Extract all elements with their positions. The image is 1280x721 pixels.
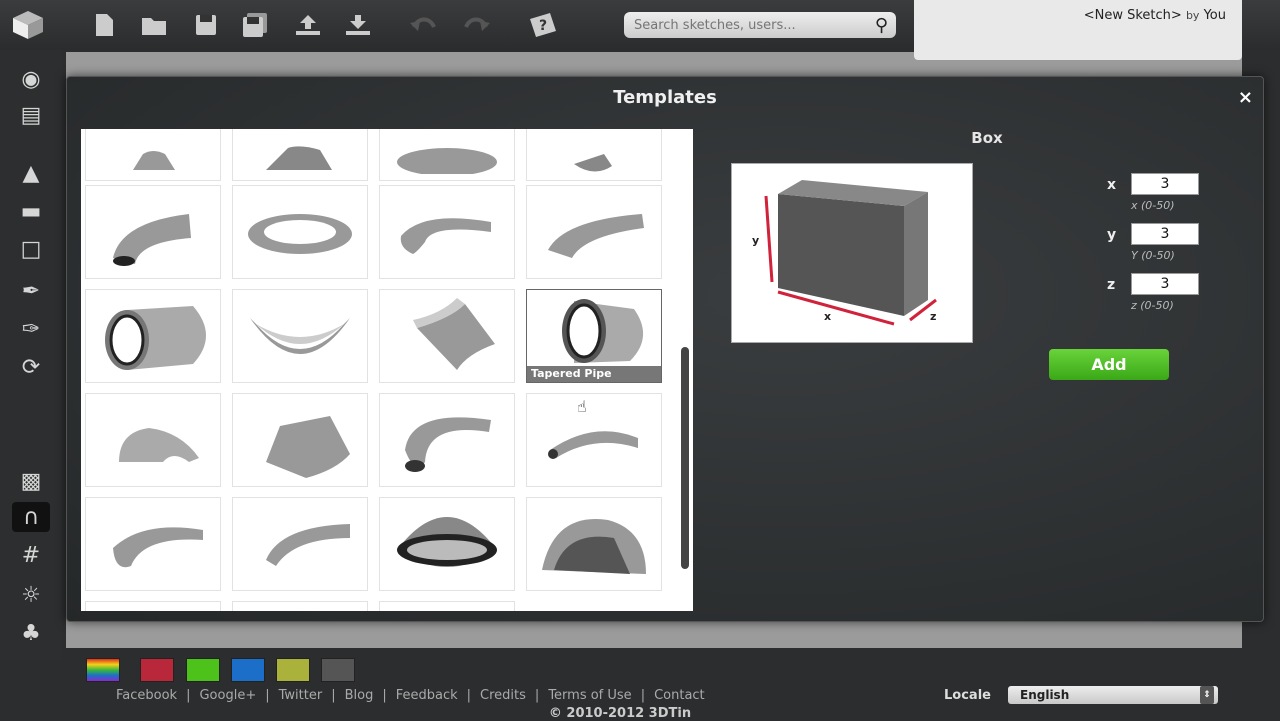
shapes-icon[interactable]: ◉ bbox=[12, 64, 50, 94]
template-tile[interactable] bbox=[379, 393, 515, 487]
undo-icon[interactable] bbox=[406, 8, 442, 42]
template-tile[interactable] bbox=[379, 601, 515, 611]
open-folder-icon[interactable] bbox=[138, 8, 174, 42]
app-logo-cube-icon[interactable] bbox=[10, 8, 46, 42]
template-tile[interactable] bbox=[85, 393, 221, 487]
search-input[interactable] bbox=[632, 16, 875, 34]
template-grid-scrollbar[interactable] bbox=[681, 347, 689, 569]
terms-link[interactable]: Terms of Use bbox=[548, 688, 631, 703]
color-swatch-gray[interactable] bbox=[321, 658, 355, 682]
template-tile[interactable] bbox=[85, 129, 221, 181]
sketch-info-panel: <New Sketch> by You bbox=[914, 0, 1242, 60]
download-icon[interactable] bbox=[340, 8, 376, 42]
close-icon[interactable]: × bbox=[1238, 87, 1253, 108]
select-arrows-icon: ⇕ bbox=[1200, 686, 1214, 704]
rainbow-color-swatch[interactable] bbox=[86, 658, 120, 682]
svg-text:?: ? bbox=[539, 18, 547, 34]
light-icon[interactable]: ☼ bbox=[12, 580, 50, 610]
magnet-icon[interactable]: ∩ bbox=[12, 502, 50, 532]
blog-link[interactable]: Blog bbox=[345, 688, 374, 703]
template-tile[interactable] bbox=[379, 289, 515, 383]
template-tile[interactable] bbox=[85, 289, 221, 383]
y-range: Y (0-50) bbox=[1131, 249, 1175, 262]
template-tile[interactable] bbox=[232, 289, 368, 383]
search-icon[interactable]: ⚲ bbox=[875, 15, 888, 36]
preview-y-label: y bbox=[752, 234, 759, 247]
locale-value: English bbox=[1020, 688, 1070, 702]
upload-icon[interactable] bbox=[290, 8, 326, 42]
template-tile[interactable] bbox=[379, 185, 515, 279]
save-icon[interactable] bbox=[188, 8, 224, 42]
eyedropper-icon[interactable]: ✑ bbox=[12, 314, 50, 344]
locale-select[interactable]: English ⇕ bbox=[1008, 686, 1218, 704]
template-tile[interactable] bbox=[85, 185, 221, 279]
select-region-icon[interactable]: □ bbox=[12, 234, 50, 264]
template-tile[interactable] bbox=[85, 601, 221, 611]
template-tile[interactable] bbox=[232, 185, 368, 279]
x-input[interactable] bbox=[1131, 173, 1199, 195]
y-input[interactable] bbox=[1131, 223, 1199, 245]
z-range: z (0-50) bbox=[1131, 299, 1174, 312]
sketch-title: <New Sketch> by You bbox=[1083, 8, 1226, 23]
rotate-icon[interactable]: ⟳ bbox=[12, 352, 50, 382]
new-file-icon[interactable] bbox=[86, 8, 122, 42]
twitter-link[interactable]: Twitter bbox=[279, 688, 323, 703]
footer-links: Facebook | Google+ | Twitter | Blog | Feedback | C… bbox=[116, 688, 705, 703]
template-tile[interactable] bbox=[379, 497, 515, 591]
template-tile[interactable] bbox=[526, 129, 662, 181]
club-icon[interactable]: ♣ bbox=[12, 618, 50, 648]
credits-link[interactable]: Credits bbox=[480, 688, 526, 703]
color-swatch-olive[interactable] bbox=[276, 658, 310, 682]
templates-dialog: Templates × Tapered Pipe ☝ Box y x z x 3… bbox=[66, 76, 1264, 622]
shape-preview: y x z bbox=[731, 163, 973, 343]
search-box: ⚲ bbox=[624, 12, 896, 38]
template-tile[interactable] bbox=[379, 129, 515, 181]
locale-label: Locale bbox=[944, 688, 991, 703]
contact-link[interactable]: Contact bbox=[654, 688, 705, 703]
dialog-title: Templates bbox=[613, 87, 717, 108]
grid-icon[interactable]: # bbox=[12, 540, 50, 570]
save-as-icon[interactable] bbox=[238, 8, 274, 42]
copyright: © 2010-2012 3DTin bbox=[548, 706, 692, 721]
selected-shape-title: Box bbox=[971, 129, 1003, 147]
template-tile[interactable] bbox=[526, 393, 662, 487]
preview-x-label: x bbox=[824, 310, 831, 323]
template-tile[interactable] bbox=[232, 393, 368, 487]
color-swatch-green[interactable] bbox=[186, 658, 220, 682]
feedback-link[interactable]: Feedback bbox=[396, 688, 458, 703]
y-label: y bbox=[1107, 227, 1117, 243]
extrude-icon[interactable]: ▲ bbox=[12, 158, 50, 188]
color-swatch-red[interactable] bbox=[140, 658, 174, 682]
add-button[interactable]: Add bbox=[1049, 349, 1169, 380]
x-label: x bbox=[1107, 177, 1117, 193]
template-tile[interactable] bbox=[232, 601, 368, 611]
left-tool-column: ◉ ▤ ▲ ▬ □ ✒ ✑ ⟳ ▩ ∩ # ☼ ♣ bbox=[0, 50, 62, 660]
x-range: x (0-50) bbox=[1131, 199, 1175, 212]
hand-cursor-icon: ☝ bbox=[577, 397, 587, 416]
template-tile[interactable] bbox=[232, 497, 368, 591]
paint-brush-icon[interactable]: ✒ bbox=[12, 276, 50, 306]
template-tile[interactable] bbox=[85, 497, 221, 591]
help-icon[interactable]: ? bbox=[524, 8, 560, 42]
template-tile[interactable] bbox=[526, 185, 662, 279]
preview-z-label: z bbox=[930, 310, 936, 323]
template-grid: Tapered Pipe bbox=[81, 129, 693, 611]
template-tile-tapered-pipe[interactable]: Tapered Pipe bbox=[526, 289, 662, 383]
eraser-icon[interactable]: ▬ bbox=[12, 196, 50, 226]
googleplus-link[interactable]: Google+ bbox=[199, 688, 256, 703]
box-mode-icon[interactable]: ▩ bbox=[12, 466, 50, 496]
template-tile[interactable] bbox=[232, 129, 368, 181]
redo-icon[interactable] bbox=[458, 8, 494, 42]
z-label: z bbox=[1107, 277, 1116, 293]
facebook-link[interactable]: Facebook bbox=[116, 688, 177, 703]
template-tile[interactable] bbox=[526, 497, 662, 591]
color-swatch-blue[interactable] bbox=[231, 658, 265, 682]
template-caption: Tapered Pipe bbox=[527, 366, 661, 382]
z-input[interactable] bbox=[1131, 273, 1199, 295]
layers-icon[interactable]: ▤ bbox=[12, 100, 50, 130]
